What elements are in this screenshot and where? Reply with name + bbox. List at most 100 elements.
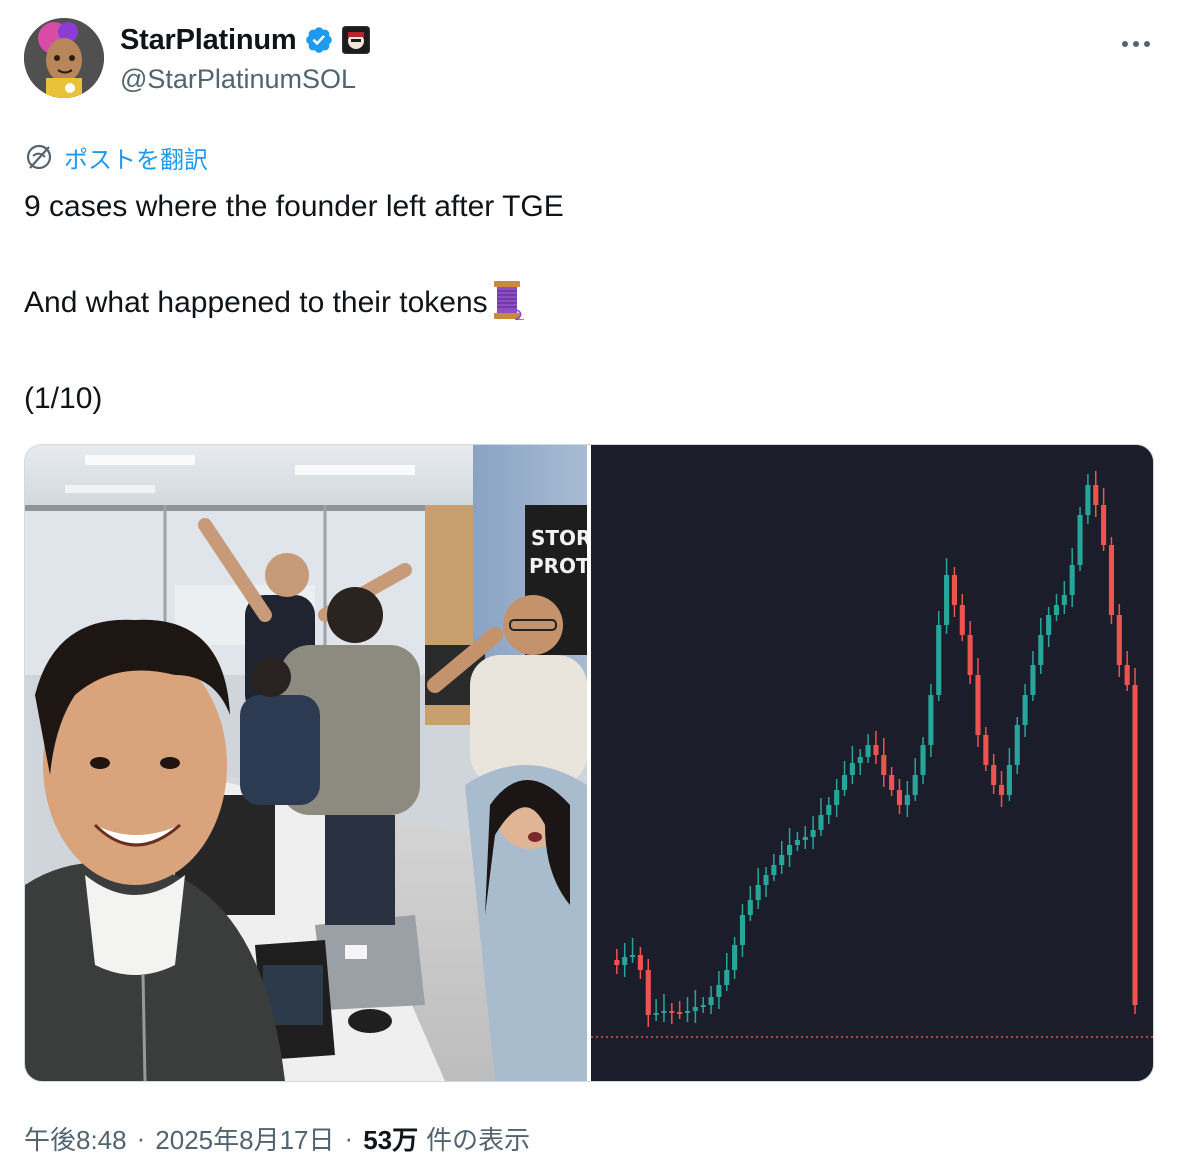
views-count: 53万 <box>363 1124 419 1155</box>
candle-body <box>732 945 738 970</box>
candle-body <box>763 875 769 885</box>
sign-text-2: PROTO <box>529 554 587 578</box>
sign-text-1: STOR <box>531 526 587 550</box>
candle-body <box>834 790 840 805</box>
candle-body <box>1085 485 1091 515</box>
post-meta: 午後8:48 · 2025年8月17日 · 53万 件の表示 <box>24 1118 530 1158</box>
candle-body <box>1006 765 1012 795</box>
globe-translate-icon <box>26 144 52 170</box>
candle-body <box>1077 515 1083 565</box>
views-label: 件の表示 <box>426 1124 531 1155</box>
candle-body <box>1014 725 1020 765</box>
translate-label: ポストを翻訳 <box>64 146 208 174</box>
candle-body <box>700 1005 706 1007</box>
candle-body <box>1022 695 1028 725</box>
candle-body <box>653 1013 659 1015</box>
candle-body <box>959 605 965 635</box>
candle-body <box>873 745 879 755</box>
candle-body <box>622 957 628 965</box>
candle-body <box>920 745 926 775</box>
candle-body <box>865 745 871 757</box>
candle-body <box>802 837 808 840</box>
candle-body <box>841 775 848 790</box>
candle-body <box>818 815 824 830</box>
candle-body <box>967 635 973 675</box>
author-handle[interactable]: @StarPlatinumSOL <box>120 64 356 95</box>
post-text-line-1: 9 cases where the founder left after TGE <box>24 190 564 223</box>
candle-body <box>983 735 989 765</box>
candle-body <box>944 575 950 625</box>
candle-body <box>912 775 918 795</box>
post-time[interactable]: 午後8:48 <box>24 1120 127 1157</box>
thread-spool-icon <box>488 280 526 321</box>
more-options-button[interactable] <box>1116 24 1156 64</box>
candle-body <box>692 1007 698 1011</box>
office-photo[interactable]: STOR PROTO <box>25 445 587 1081</box>
candle-body <box>739 915 746 945</box>
candle-body <box>1093 485 1099 505</box>
candle-body <box>889 775 895 790</box>
candle-body <box>1069 565 1075 595</box>
candle-body <box>669 1011 675 1013</box>
post-date[interactable]: 2025年8月17日 <box>155 1120 334 1157</box>
candle-body <box>904 795 910 805</box>
candle-body <box>779 855 785 865</box>
candle-body <box>1124 665 1130 685</box>
candle-body <box>881 755 887 775</box>
candle-body <box>826 805 832 815</box>
post-text: 9 cases where the founder left after TGE… <box>24 183 1144 423</box>
candle-body <box>794 840 800 845</box>
candlestick-chart <box>591 445 1153 1081</box>
candle-body <box>1108 545 1114 615</box>
candle-body <box>1101 505 1107 545</box>
candle-body <box>991 765 997 785</box>
candle-body <box>716 985 722 997</box>
media-grid: STOR PROTO <box>24 444 1154 1082</box>
avatar-illustration <box>24 18 104 98</box>
candle-body <box>787 845 793 855</box>
candle-body <box>896 790 903 805</box>
candle-body <box>810 830 816 837</box>
translate-post-link[interactable]: ポストを翻訳 <box>24 140 208 174</box>
post-text-line-2: And what happened to their tokens <box>24 279 1144 327</box>
candle-body <box>1053 605 1060 615</box>
candle-body <box>951 575 957 605</box>
candle-body <box>1046 615 1052 635</box>
candle-body <box>708 997 714 1005</box>
candle-body <box>724 970 730 985</box>
candle-body <box>1061 595 1067 605</box>
candle-body <box>661 1011 667 1013</box>
candle-body <box>630 955 636 957</box>
candle-body <box>1132 685 1138 1005</box>
candle-body <box>677 1012 683 1014</box>
candle-body <box>849 763 855 775</box>
name-row: StarPlatinum <box>120 22 371 58</box>
candle-body <box>684 1011 691 1013</box>
more-dots-icon <box>1122 41 1150 47</box>
avatar[interactable] <box>24 18 104 98</box>
separator-2: · <box>344 1122 354 1153</box>
post-text-line-3: (1/10) <box>24 382 103 415</box>
views-link[interactable]: 53万 件の表示 <box>363 1120 530 1157</box>
candle-body <box>747 900 753 915</box>
candle-body <box>1038 635 1044 665</box>
candle-body <box>998 785 1005 795</box>
candle-body <box>637 955 643 970</box>
verified-badge-icon[interactable] <box>304 25 334 55</box>
affiliate-badge-icon[interactable] <box>342 26 371 54</box>
candle-body <box>755 885 761 900</box>
candle-body <box>771 865 777 875</box>
post-header: StarPlatinum @StarPlatinumSOL <box>24 18 1156 102</box>
candle-body <box>1030 665 1036 695</box>
candle-body <box>645 970 651 1015</box>
post-text-line-2-text: And what happened to their tokens <box>24 286 488 319</box>
candle-body <box>614 960 620 965</box>
candle-body <box>975 675 981 735</box>
candle-body <box>936 625 942 695</box>
price-chart-image[interactable] <box>591 445 1153 1081</box>
display-name[interactable]: StarPlatinum <box>120 24 297 57</box>
candle-body <box>857 757 863 763</box>
separator-1: · <box>136 1122 146 1153</box>
candle-body <box>928 695 934 745</box>
candle-body <box>1116 615 1122 665</box>
